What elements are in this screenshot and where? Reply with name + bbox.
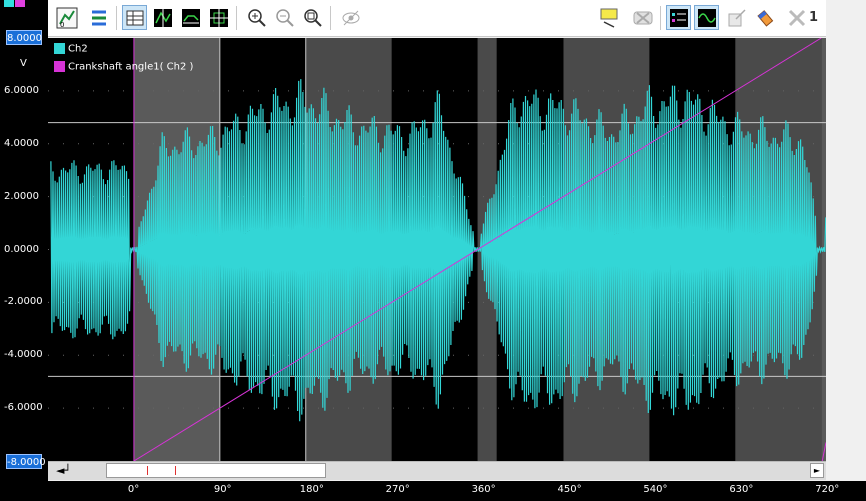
legend-angle-swatch — [54, 61, 65, 72]
x-tick-label: 630° — [729, 484, 754, 495]
y-tick-label: -4.0000 — [4, 349, 43, 361]
ch2-indicator — [4, 0, 14, 7]
angle-indicator — [15, 0, 25, 7]
plot-area[interactable]: Ch2 Crankshaft angle1( Ch2 ) — [48, 37, 841, 462]
scrollbar[interactable]: ◄┘ ► — [48, 461, 826, 480]
y-tick-label: -6.0000 — [4, 402, 43, 414]
y-tick-label: 4.0000 — [4, 137, 39, 149]
svg-text:0: 0 — [60, 21, 64, 29]
zoom-fit-icon[interactable] — [300, 5, 325, 30]
x-tick-label: 360° — [471, 484, 496, 495]
cursor-number: 1 — [809, 10, 819, 25]
scroll-right-arrow[interactable]: ► — [810, 463, 824, 478]
legend-ch2: Ch2 — [54, 43, 88, 55]
legend-angle: Crankshaft angle1( Ch2 ) — [54, 61, 193, 73]
legend-angle-label: Crankshaft angle1( Ch2 ) — [68, 61, 194, 73]
close-icon[interactable] — [784, 5, 809, 30]
marker-1 — [147, 466, 148, 475]
cursor-mode-icon[interactable] — [150, 5, 175, 30]
toolbar: 0 1 — [48, 0, 826, 37]
y-min-box[interactable]: -8.0000 — [6, 454, 46, 469]
fit-icon[interactable] — [206, 5, 231, 30]
trace-icon[interactable] — [178, 5, 203, 30]
zoom-out-icon[interactable] — [272, 5, 297, 30]
drag-handle-icon[interactable]: ◄┘ — [56, 464, 71, 477]
comment-icon[interactable] — [598, 5, 623, 30]
y-max-box[interactable]: 8.0000 — [6, 30, 42, 45]
x-tick-label: 0° — [127, 484, 140, 495]
table-view-icon[interactable] — [122, 5, 147, 30]
cancel-icon[interactable] — [630, 5, 655, 30]
x-tick-label: 450° — [557, 484, 582, 495]
x-tick-label: 90° — [213, 484, 232, 495]
x-tick-label: 720° — [815, 484, 840, 495]
scale-icon[interactable]: 0 — [54, 5, 79, 30]
legend-ch2-label: Ch2 — [68, 43, 88, 55]
channel-layout-icon[interactable] — [86, 5, 111, 30]
waveform-icon[interactable] — [694, 5, 719, 30]
zoom-in-icon[interactable] — [244, 5, 269, 30]
waveform-chart[interactable] — [48, 37, 841, 462]
channel-list-icon[interactable] — [666, 5, 691, 30]
y-tick-label: 6.0000 — [4, 84, 39, 96]
legend-ch2-swatch — [54, 43, 65, 54]
scroll-thumb[interactable] — [106, 463, 326, 478]
x-tick-label: 540° — [643, 484, 668, 495]
export-icon[interactable] — [724, 5, 749, 30]
x-tick-label: 270° — [385, 484, 410, 495]
y-tick-label: 0.0000 — [4, 243, 39, 255]
eraser-icon[interactable] — [752, 5, 777, 30]
visibility-icon[interactable] — [338, 5, 363, 30]
x-tick-label: 180° — [299, 484, 324, 495]
marker-2 — [175, 466, 176, 475]
y-tick-label: 2.0000 — [4, 190, 39, 202]
y-axis-strip: 8.0000 V 6.0000 4.0000 2.0000 0.0000 -2.0000… — [0, 0, 48, 501]
y-tick-label: -2.0000 — [4, 296, 43, 308]
